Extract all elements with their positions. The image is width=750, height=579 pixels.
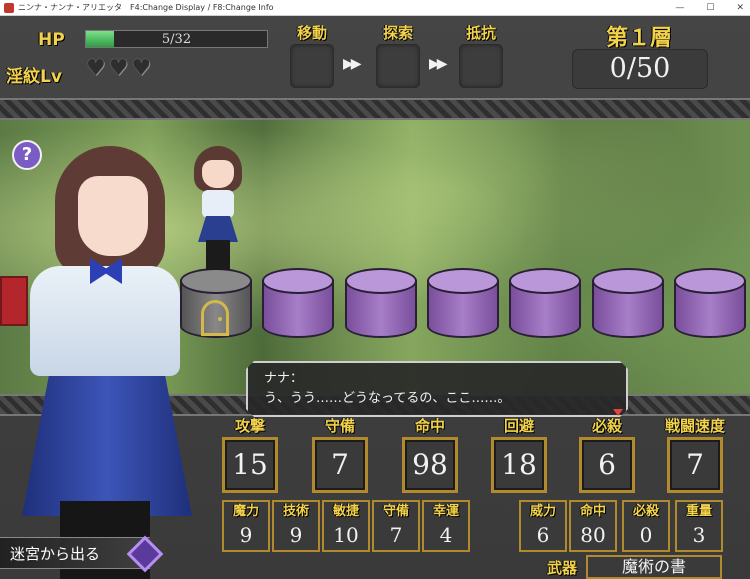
stat-value-defense: 7	[312, 437, 368, 493]
heart-icon: ♥	[108, 56, 129, 81]
substat-magic: 魔力 9	[222, 500, 270, 552]
window-title: ニンナ・ナンナ・アリエッタ F4:Change Display / F8:Cha…	[18, 3, 274, 12]
window-titlebar: ニンナ・ナンナ・アリエッタ F4:Change Display / F8:Cha…	[0, 0, 750, 16]
resist-label: 抵抗	[465, 24, 496, 42]
hp-bar: 5/32	[85, 30, 268, 48]
resist-slot[interactable]	[459, 44, 503, 88]
ornate-border-top	[0, 98, 750, 120]
tile[interactable]	[427, 268, 499, 340]
stat-value-hit: 98	[402, 437, 458, 493]
stat-label-hit: 命中	[414, 417, 445, 435]
tile[interactable]	[674, 268, 746, 340]
stat-value-speed: 7	[667, 437, 723, 493]
stat-label-critical: 必殺	[591, 417, 622, 435]
tile[interactable]	[592, 268, 664, 340]
heart-icon: ♥	[86, 56, 106, 81]
tile[interactable]	[509, 268, 581, 340]
lewd-level-label: 淫紋Lv	[6, 67, 62, 87]
tile[interactable]	[262, 268, 334, 340]
heart-icon: ♥	[131, 56, 152, 81]
move-slot[interactable]	[290, 44, 334, 88]
substat-agility: 敏捷 10	[322, 500, 370, 552]
stat-label-speed: 戦闘速度	[664, 417, 725, 435]
floor-label: 第１層	[606, 26, 673, 51]
weapon-label: 武器	[547, 559, 578, 577]
minimize-button[interactable]: —	[675, 0, 684, 16]
close-button[interactable]: ✕	[736, 0, 744, 16]
arrow-icon: ▶▶	[429, 56, 447, 72]
tile[interactable]	[345, 268, 417, 340]
stat-value-attack: 15	[222, 437, 278, 493]
substat-luck: 幸運 4	[422, 500, 470, 552]
weapon-critical: 必殺 0	[622, 500, 670, 552]
weapon-weight: 重量 3	[675, 500, 723, 552]
substat-skill: 技術 9	[272, 500, 320, 552]
spellbook-icon	[0, 276, 28, 326]
stat-label-evade: 回避	[503, 417, 534, 435]
hp-text: 5/32	[161, 32, 192, 47]
dialog-text: う、うう……どうなってるの、ここ……。	[264, 391, 511, 406]
weapon-name: 魔術の書	[586, 555, 722, 579]
stat-value-critical: 6	[579, 437, 635, 493]
stat-label-attack: 攻撃	[234, 417, 265, 435]
stat-label-defense: 守備	[324, 417, 355, 435]
explore-slot[interactable]	[376, 44, 420, 88]
dialog-box[interactable]: ナナ： う、うう……どうなってるの、ここ……。	[246, 361, 628, 417]
app-icon	[4, 2, 14, 13]
maximize-button[interactable]: ☐	[706, 0, 714, 16]
weapon-hit: 命中 80	[569, 500, 617, 552]
substat-defense: 守備 7	[372, 500, 420, 552]
explore-label: 探索	[382, 24, 413, 42]
heart-meter: ♥ ♥ ♥	[86, 58, 151, 80]
arrow-icon: ▶▶	[343, 56, 361, 72]
hp-label: HP	[38, 30, 65, 50]
character-portrait	[0, 126, 205, 579]
stat-value-evade: 18	[491, 437, 547, 493]
weapon-power: 威力 6	[519, 500, 567, 552]
door-icon	[201, 300, 229, 336]
move-label: 移動	[296, 24, 327, 42]
dialog-speaker: ナナ：	[264, 371, 304, 386]
floor-progress: 0/50	[572, 49, 708, 89]
game-screen: HP 5/32 淫紋Lv ♥ ♥ ♥ 移動 ▶▶ 探索 ▶▶ 抵抗 第１層 0/…	[0, 16, 750, 579]
